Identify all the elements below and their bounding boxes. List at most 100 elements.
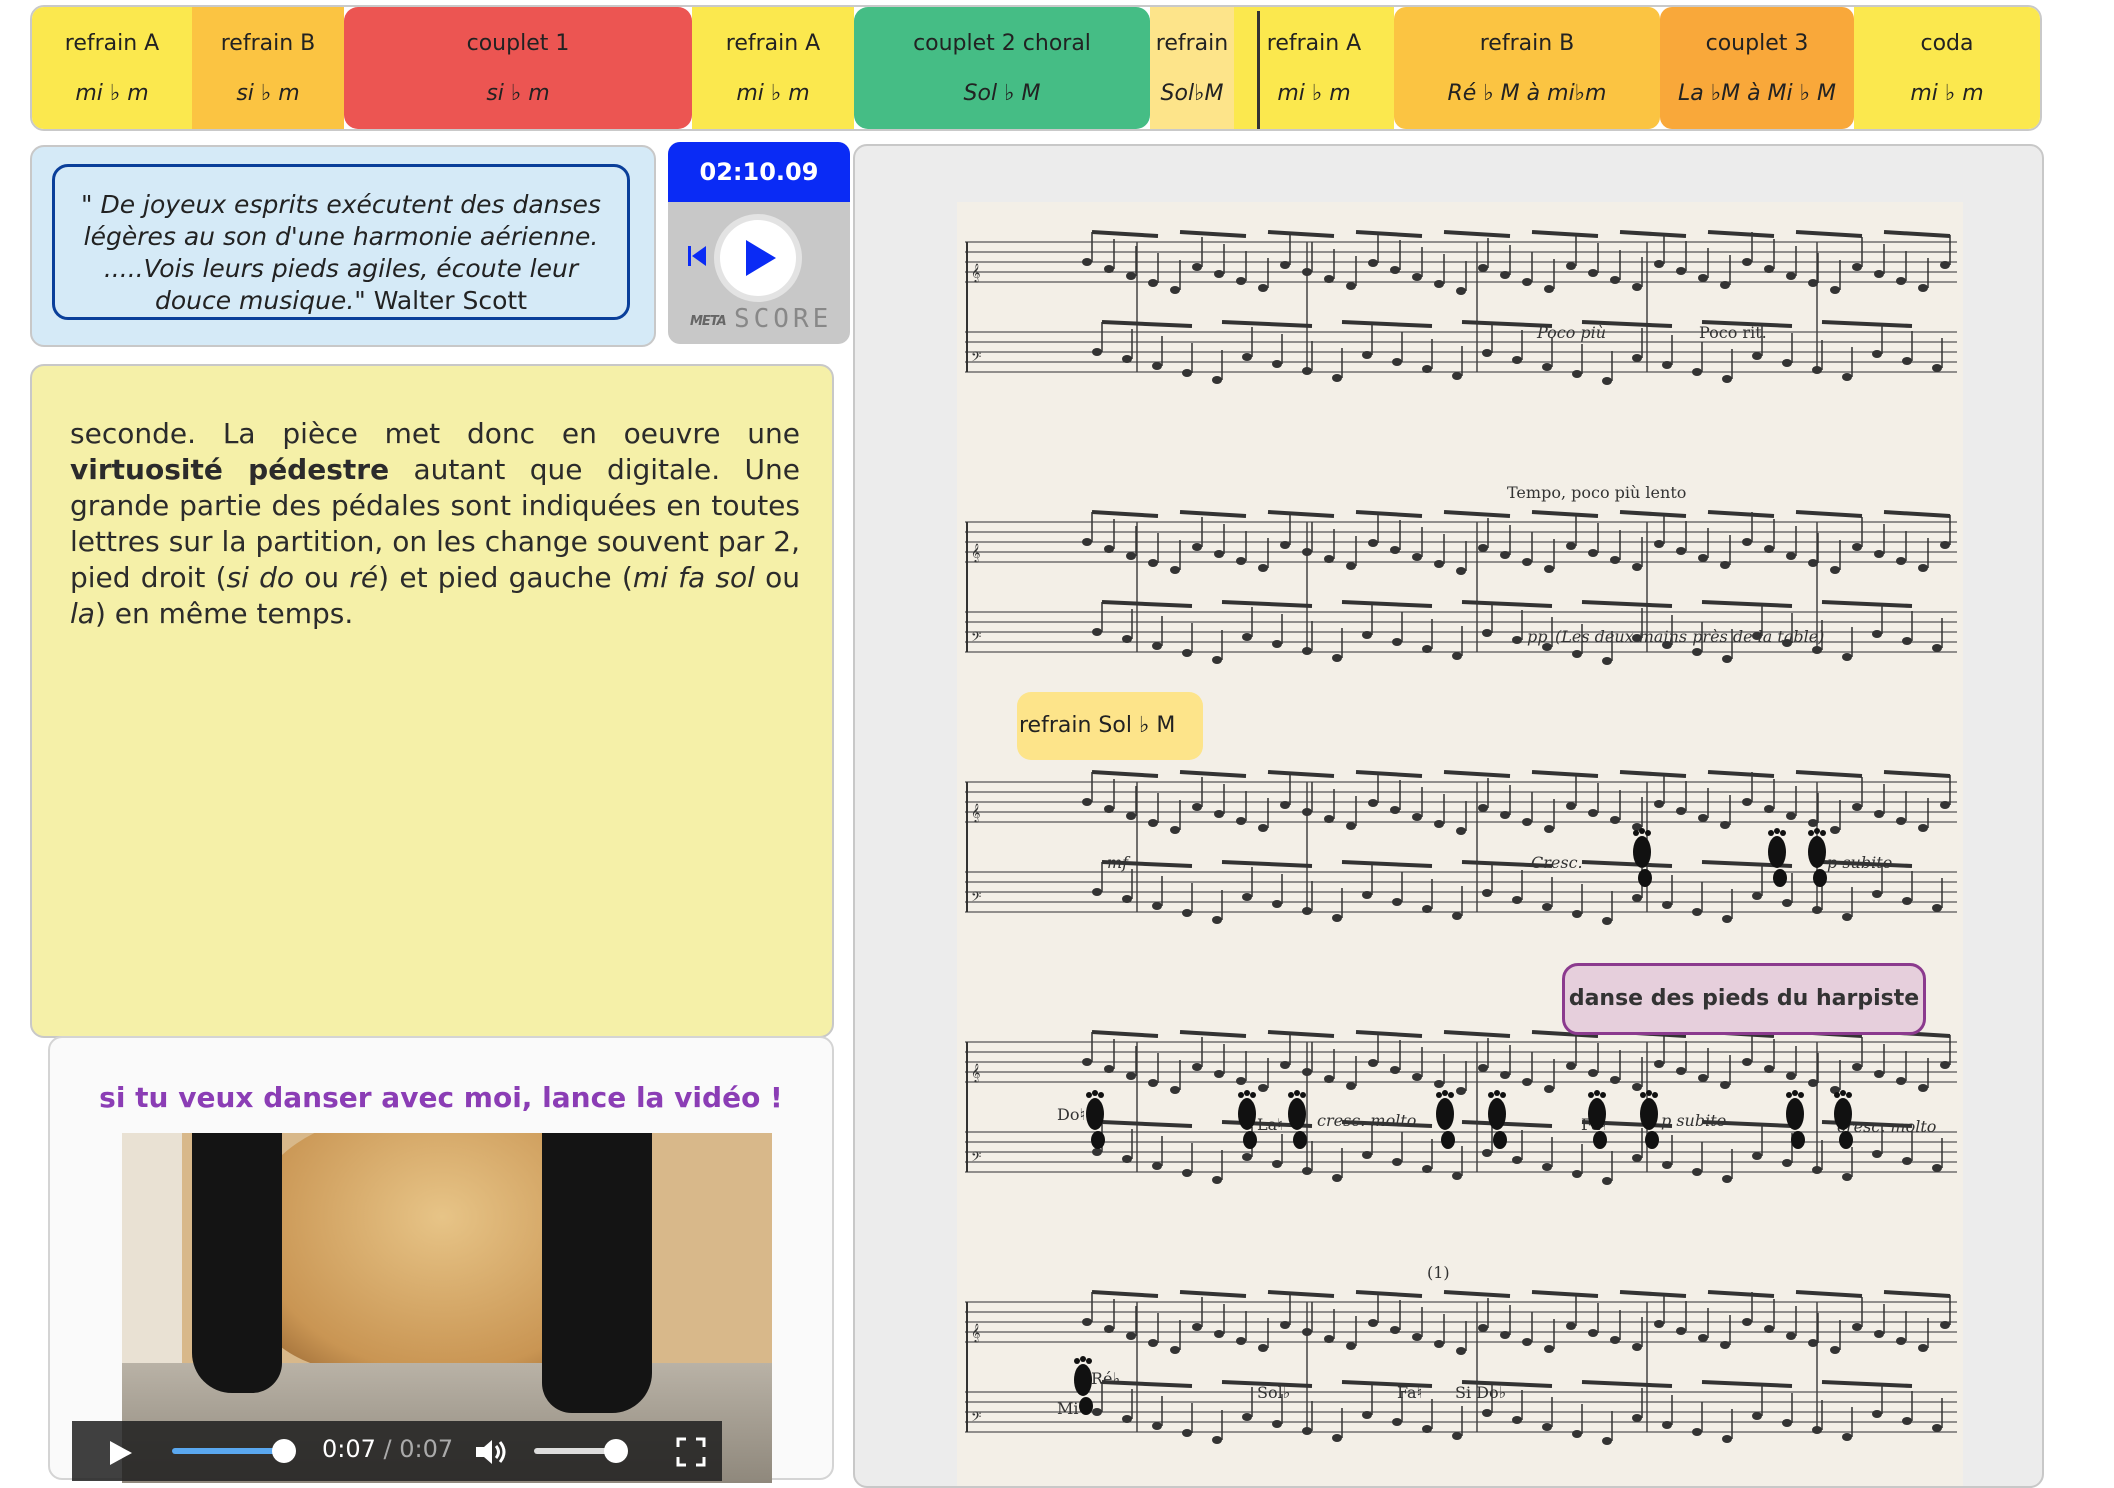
note-head [1896,817,1906,825]
video-controls: 0:07 / 0:07 [72,1421,722,1481]
footprint-shape [1098,1092,1104,1098]
note-head [1742,798,1752,806]
note-head [1122,1155,1132,1163]
segment-key: Sol ♭ M [963,81,1041,106]
footprint-icon [1588,1090,1607,1149]
note-head [1214,810,1224,818]
note-head [1842,653,1852,661]
note-beam [1443,230,1511,238]
note-head [1522,1078,1532,1086]
timeline-segment[interactable]: refrain B Ré ♭ M à mi♭m [1394,7,1660,129]
timeline-segment[interactable]: coda mi ♭ m [1854,7,2040,129]
seek-handle[interactable] [272,1439,296,1463]
note-head [1786,1072,1796,1080]
timeline-segment[interactable]: refrain Sol♭M [1150,7,1234,129]
timeline-segment[interactable]: couplet 3 La ♭M à Mi ♭ M [1660,7,1854,129]
note-head [1676,807,1686,815]
note-head [1258,1084,1268,1092]
note-beam [1531,1290,1599,1298]
footprint-shape [1294,1090,1300,1096]
note-head [1654,1320,1664,1328]
note-head [1280,1061,1290,1069]
note-head [1544,1345,1554,1353]
note-head [1632,1154,1642,1162]
note-beam [1267,510,1335,518]
note-beam [1355,1290,1423,1298]
seek-bar[interactable] [172,1448,282,1454]
note-head [1692,368,1702,376]
note-head [1610,1336,1620,1344]
treble-clef: 𝄞 [971,263,980,283]
quote-box: " De joyeux esprits exécutent des danses… [52,164,630,320]
note-head [1272,360,1282,368]
footprint-shape [1074,1364,1092,1396]
note-head [1632,354,1642,362]
note-head [1512,636,1522,644]
footprint-shape [1652,1092,1658,1098]
note-beam [1101,600,1193,608]
note-head [1236,1337,1246,1345]
note-beam [1581,600,1673,608]
refrain-tag[interactable]: refrain Sol ♭ M [1017,692,1203,760]
note-head [1392,898,1402,906]
score-marking: pp [1527,627,1547,646]
danse-tag[interactable]: danse des pieds du harpiste [1562,963,1926,1035]
note-head [1830,826,1840,834]
timeline-segment[interactable]: couplet 1 si ♭ m [344,7,692,129]
note-head [1808,279,1818,287]
volume-icon[interactable] [474,1437,510,1467]
note-head [1522,278,1532,286]
note-head [1742,258,1752,266]
note-head [1362,1411,1372,1419]
fullscreen-icon[interactable] [676,1437,706,1467]
timeline-segment[interactable]: refrain A mi ♭ m [32,7,192,129]
video-panel: si tu veux danser avec moi, lance la vid… [48,1036,834,1483]
note-head [1212,376,1222,384]
note-beam [1619,510,1687,518]
note-head [1544,1085,1554,1093]
volume-bar[interactable] [534,1448,614,1454]
volume-handle[interactable] [604,1439,628,1463]
note-head [1170,1086,1180,1094]
play-icon[interactable] [108,1439,134,1467]
note-head [1302,367,1312,375]
rewind-icon[interactable] [688,244,708,268]
note-head [1192,803,1202,811]
note-head [1152,1162,1162,1170]
note-head [1512,1416,1522,1424]
timeline-segment[interactable]: refrain B si ♭ m [192,7,344,129]
note-head [1764,1325,1774,1333]
note-head [1872,1410,1882,1418]
note-head [1152,642,1162,650]
note-head [1566,802,1576,810]
play-button[interactable] [720,220,796,296]
footprint-shape [1288,1092,1294,1098]
note-head [1148,559,1158,567]
note-head [1852,543,1862,551]
note-head [1390,806,1400,814]
note-head [1332,1434,1342,1442]
note-head [1830,286,1840,294]
note-head [1126,552,1136,560]
segment-key: si ♭ m [236,81,300,106]
text-panel: seconde. La pièce met donc en oeuvre une… [30,364,834,1038]
note-head [1482,349,1492,357]
footprint-icon [1808,828,1827,887]
note-head [1544,565,1554,573]
note-beam [1461,600,1553,608]
playhead-cursor[interactable] [1257,11,1260,129]
note-beam [1619,230,1687,238]
note-beam [1091,1030,1159,1038]
note-head [1662,901,1672,909]
timeline-segment[interactable]: couplet 2 choral Sol ♭ M [854,7,1150,129]
score-marking: (1) [1427,1263,1450,1282]
timeline-segment[interactable]: refrain A mi ♭ m [692,7,854,129]
note-beam [1101,1120,1193,1128]
note-head [1842,1433,1852,1441]
note-head [1808,1339,1818,1347]
note-head [1170,566,1180,574]
footprint-shape [1441,1131,1455,1149]
text-run: ) et pied gauche ( [378,561,633,594]
note-head [1742,1058,1752,1066]
video-title: si tu veux danser avec moi, lance la vid… [99,1081,783,1114]
